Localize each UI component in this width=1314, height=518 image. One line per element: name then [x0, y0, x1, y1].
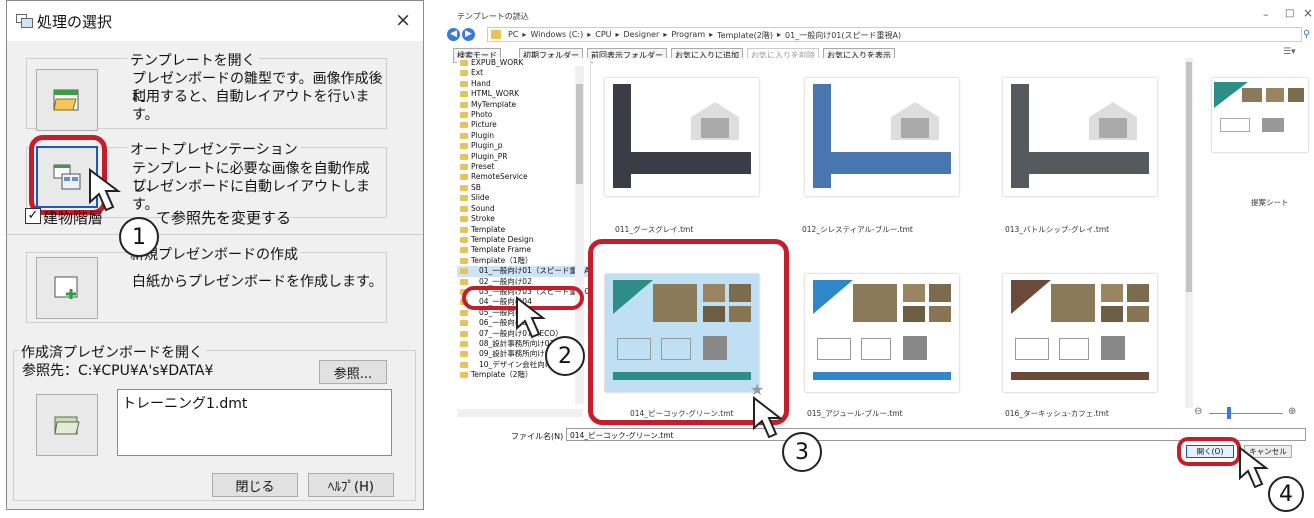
tree-item[interactable]: Ext — [457, 68, 590, 78]
dialog-title: 処理の選択 — [37, 13, 113, 31]
existing-board-title: 作成済プレゼンボードを開く — [18, 342, 206, 362]
view-options-icon[interactable]: ☰▾ — [1283, 47, 1296, 57]
folder-open-icon — [54, 416, 80, 435]
tree-item[interactable]: HTML_WORK — [457, 89, 590, 99]
tree-item[interactable]: Photo — [457, 110, 590, 120]
tree-item[interactable]: Stroke — [457, 214, 590, 224]
breadcrumb-separator: ▸ — [615, 30, 620, 39]
callout-4: 4 — [1268, 476, 1304, 512]
new-board-button[interactable] — [36, 257, 98, 319]
callout-1: 1 — [119, 217, 159, 257]
tree-item[interactable]: Hand — [457, 79, 590, 89]
template-thumbnail-caption: 016_ターキッシュ-カフェ.tmt — [1005, 409, 1109, 418]
new-board-desc: 白紙からプレゼンボードを作成します。 — [132, 274, 383, 290]
tree-item[interactable]: Picture — [457, 120, 590, 130]
tree-item[interactable]: RemoteService — [457, 172, 590, 182]
back-icon[interactable]: ◀ — [447, 28, 460, 41]
divider — [7, 234, 423, 235]
window-close-icon[interactable]: × — [1303, 6, 1313, 20]
existing-file-item[interactable]: トレーニング1.dmt — [122, 396, 247, 412]
reference-path: 参照先：C:¥CPU¥A's¥DATA¥ — [22, 363, 214, 379]
minimize-icon[interactable]: – — [1263, 8, 1269, 21]
template-thumbnail-caption: 012_シレスティアル-ブルー.tmt — [802, 225, 913, 234]
tree-item[interactable]: MyTemplate — [457, 100, 590, 110]
breadcrumb-separator: ▸ — [777, 30, 782, 39]
template-thumbnail[interactable] — [805, 274, 959, 392]
template-open-title: テンプレートを開く — [127, 50, 259, 70]
callout-3: 3 — [782, 432, 822, 472]
breadcrumb: PC ▸ Windows (C:) ▸ CPU ▸ Designer ▸ Program… — [508, 30, 901, 41]
tree-item[interactable]: Template Design — [457, 235, 590, 245]
breadcrumb-item[interactable]: CPU — [595, 30, 611, 41]
filename-label: ファイル名(N) — [511, 432, 564, 441]
existing-board-open-button[interactable] — [36, 394, 98, 456]
maximize-icon[interactable]: □ — [1285, 8, 1294, 19]
reference-checkbox[interactable]: ✓ — [25, 208, 41, 224]
tree-item-selected[interactable]: 01_一般向け01（スピード重視A） — [457, 266, 590, 277]
grid-scrollbar[interactable] — [1185, 58, 1193, 408]
template-thumbnail[interactable] — [1003, 274, 1157, 392]
tree-item[interactable]: Slide — [457, 193, 590, 203]
dialog-app-icon — [16, 14, 33, 28]
tree-item[interactable]: Sound — [457, 204, 590, 214]
address-bar[interactable]: PC ▸ Windows (C:) ▸ CPU ▸ Designer ▸ Program… — [487, 27, 1302, 42]
template-thumbnail-caption: 015_アジュール-ブルー.tmt — [807, 409, 903, 418]
tree-item[interactable]: Template Frame — [457, 245, 590, 255]
zoom-slider[interactable]: ⊖ ⊕ — [1191, 406, 1301, 420]
tree-item[interactable]: SB — [457, 183, 590, 193]
tree-item[interactable]: EXPUB_WORK — [457, 58, 590, 68]
zoom-slider-thumb[interactable] — [1227, 407, 1231, 419]
forward-icon[interactable]: ▶ — [462, 28, 475, 41]
breadcrumb-item[interactable]: Program — [671, 30, 705, 41]
tree-item[interactable]: Plugin — [457, 131, 590, 141]
folder-icon — [491, 30, 501, 39]
template-thumbnail-caption: 011_グースグレイ.tmt — [615, 225, 694, 234]
checkbox-label-part-2: て参照先を変更する — [156, 209, 292, 227]
tree-item[interactable]: Plugin_p — [457, 141, 590, 151]
template-thumbnail-caption: 013_バトルシップ-グレイ.tmt — [1005, 225, 1110, 234]
breadcrumb-separator: ▸ — [663, 30, 668, 39]
close-icon[interactable]: × — [395, 9, 411, 31]
preview-caption: 提案シート — [1251, 198, 1289, 207]
tree-item[interactable]: Preset — [457, 162, 590, 172]
tree-item[interactable]: Template — [457, 225, 590, 235]
tree-item[interactable]: Plugin_PR — [457, 152, 590, 162]
process-select-dialog: 処理の選択 × テンプレートを開く プレゼンボードの雛型です。画像作成後に 利用… — [6, 0, 424, 510]
breadcrumb-item[interactable]: Designer — [624, 30, 660, 41]
template-open-button[interactable] — [36, 69, 98, 131]
breadcrumb-item[interactable]: Template(2階) — [717, 30, 773, 41]
browse-button[interactable]: 参照... — [319, 360, 387, 384]
breadcrumb-item[interactable]: 01_一般向け01(スピード重視A) — [785, 30, 901, 41]
new-document-plus-icon — [54, 276, 78, 299]
callout-2: 2 — [545, 336, 585, 376]
template-thumbnail[interactable] — [605, 78, 759, 196]
highlight-ring-4 — [1177, 437, 1241, 466]
breadcrumb-item[interactable]: Windows (C:) — [530, 30, 583, 41]
search-icon[interactable]: ⚲ — [1303, 29, 1310, 40]
breadcrumb-separator: ▸ — [587, 30, 592, 39]
breadcrumb-item[interactable]: PC — [508, 30, 518, 41]
template-open-desc-2: 利用すると、自動レイアウトを行います。 — [132, 89, 370, 123]
tree-hscrollbar[interactable] — [457, 409, 583, 417]
template-thumbnail[interactable] — [1003, 78, 1157, 196]
window-title: テンプレートの読込 — [457, 12, 529, 21]
preview-image — [1212, 78, 1308, 152]
template-thumbnail[interactable] — [805, 78, 959, 196]
breadcrumb-separator: ▸ — [709, 30, 714, 39]
zoom-in-icon[interactable]: ⊕ — [1288, 406, 1296, 417]
template-load-window: テンプレートの読込 – □ × ◀ ▶ PC ▸ Windows (C:) ▸ CP… — [445, 0, 1314, 518]
dialog-help-button[interactable]: ﾍﾙﾌﾟ(H) — [308, 473, 394, 497]
breadcrumb-separator: ▸ — [522, 30, 527, 39]
folder-template-icon — [53, 89, 79, 111]
tree-item[interactable]: Template（1階） — [457, 256, 590, 266]
dialog-titlebar: 処理の選択 × — [7, 1, 423, 41]
dialog-close-button[interactable]: 閉じる — [212, 473, 298, 497]
existing-file-list[interactable]: トレーニング1.dmt — [117, 389, 392, 456]
zoom-out-icon[interactable]: ⊖ — [1194, 406, 1202, 417]
auto-presentation-title: オートプレゼンテーション — [127, 139, 301, 159]
